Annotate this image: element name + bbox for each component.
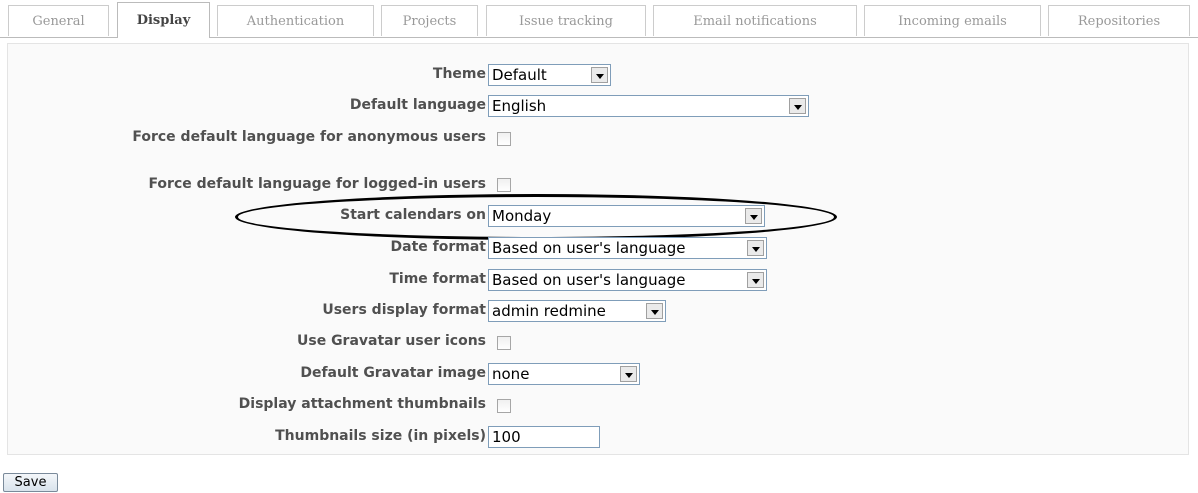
start-calendars-label: Start calendars on — [340, 207, 486, 223]
force-language-logged-in-checkbox[interactable] — [497, 178, 511, 192]
force-language-anonymous-label: Force default language for anonymous use… — [132, 129, 486, 145]
tab-general[interactable]: General — [8, 5, 109, 36]
default-language-label: Default language — [349, 97, 486, 113]
default-language-select[interactable]: English — [488, 95, 809, 117]
save-button[interactable]: Save — [3, 473, 58, 492]
default-gravatar-label: Default Gravatar image — [300, 365, 486, 381]
users-display-format-label: Users display format — [322, 302, 486, 318]
tab-authentication[interactable]: Authentication — [217, 5, 374, 36]
thumbnails-size-label: Thumbnails size (in pixels) — [275, 428, 486, 444]
tab-issue-tracking[interactable]: Issue tracking — [486, 5, 646, 36]
time-format-select[interactable]: Based on user's language — [488, 269, 767, 291]
users-display-format-select[interactable]: admin redmine — [488, 300, 666, 322]
tab-projects[interactable]: Projects — [381, 5, 478, 36]
attachment-thumbnails-label: Display attachment thumbnails — [238, 396, 486, 412]
gravatar-icons-label: Use Gravatar user icons — [297, 333, 486, 349]
tab-incoming-emails[interactable]: Incoming emails — [864, 5, 1041, 36]
tab-repositories[interactable]: Repositories — [1048, 5, 1190, 36]
force-language-anonymous-checkbox[interactable] — [497, 132, 511, 146]
date-format-label: Date format — [390, 239, 486, 255]
default-gravatar-select[interactable]: none — [488, 363, 640, 385]
tab-display[interactable]: Display — [117, 2, 210, 38]
force-language-logged-in-label: Force default language for logged-in use… — [148, 176, 486, 192]
gravatar-icons-checkbox[interactable] — [497, 336, 511, 350]
attachment-thumbnails-checkbox[interactable] — [497, 399, 511, 413]
theme-label: Theme — [432, 66, 486, 82]
settings-tabs: General Display Authentication Projects … — [0, 0, 1198, 38]
date-format-select[interactable]: Based on user's language — [488, 237, 767, 259]
time-format-label: Time format — [389, 271, 486, 287]
theme-select[interactable]: Default — [488, 64, 611, 86]
tab-email-notifications[interactable]: Email notifications — [653, 5, 857, 36]
start-calendars-select[interactable]: Monday — [488, 205, 765, 227]
thumbnails-size-input[interactable] — [488, 426, 600, 448]
